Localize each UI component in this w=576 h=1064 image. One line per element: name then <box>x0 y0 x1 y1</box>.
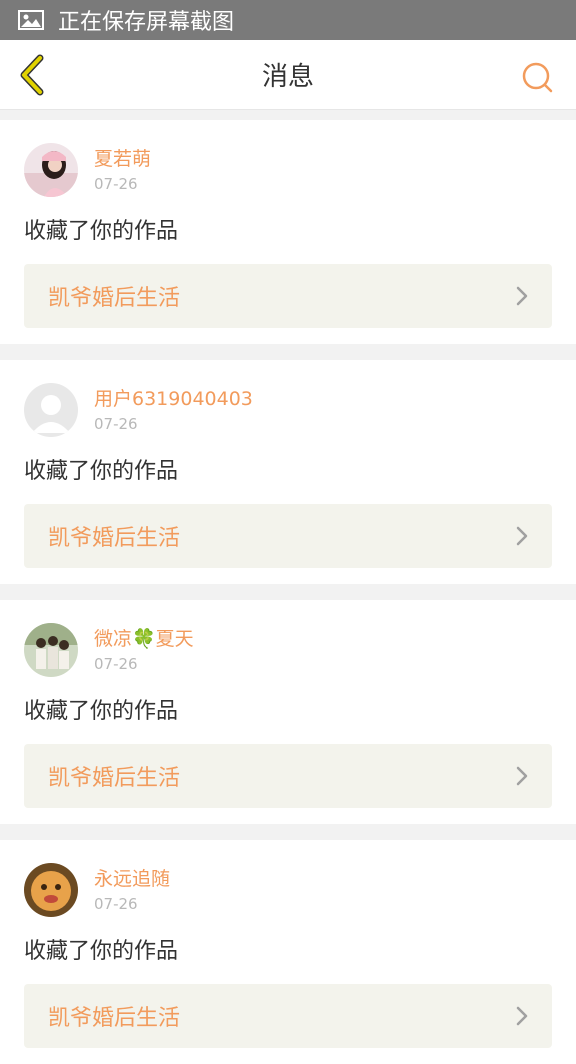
chevron-right-icon <box>516 766 528 786</box>
work-link[interactable]: 凯爷婚后生活 <box>24 504 552 568</box>
user-row: 用户6319040403 07-26 <box>24 382 552 438</box>
username[interactable]: 用户6319040403 <box>94 387 253 411</box>
message-date: 07-26 <box>94 895 138 913</box>
spacer <box>0 110 576 120</box>
message-date: 07-26 <box>94 175 138 193</box>
message-card: 用户6319040403 07-26 收藏了你的作品 凯爷婚后生活 <box>0 360 576 584</box>
avatar[interactable] <box>24 623 78 677</box>
action-text: 收藏了你的作品 <box>24 939 179 964</box>
status-text: 正在保存屏幕截图 <box>58 10 235 35</box>
avatar[interactable] <box>24 143 78 197</box>
work-link[interactable]: 凯爷婚后生活 <box>24 264 552 328</box>
status-bar: 正在保存屏幕截图 <box>0 0 576 40</box>
search-icon[interactable] <box>520 60 554 94</box>
message-card: 夏若萌 07-26 收藏了你的作品 凯爷婚后生活 <box>0 120 576 344</box>
user-row: 永远追随 07-26 <box>24 862 552 918</box>
work-title: 凯爷婚后生活 <box>48 766 181 791</box>
avatar[interactable] <box>24 383 78 437</box>
chevron-right-icon <box>516 526 528 546</box>
action-text: 收藏了你的作品 <box>24 219 179 244</box>
message-card: 永远追随 07-26 收藏了你的作品 凯爷婚后生活 <box>0 840 576 1064</box>
message-card: 微凉🍀夏天 07-26 收藏了你的作品 凯爷婚后生活 <box>0 600 576 824</box>
chevron-right-icon <box>516 286 528 306</box>
user-row: 夏若萌 07-26 <box>24 142 552 198</box>
work-link[interactable]: 凯爷婚后生活 <box>24 744 552 808</box>
work-title: 凯爷婚后生活 <box>48 526 181 551</box>
back-arrow-icon[interactable] <box>16 54 46 96</box>
avatar[interactable] <box>24 863 78 917</box>
work-link[interactable]: 凯爷婚后生活 <box>24 984 552 1048</box>
top-nav-bar: 消息 <box>0 40 576 110</box>
user-row: 微凉🍀夏天 07-26 <box>24 622 552 678</box>
message-date: 07-26 <box>94 415 138 433</box>
username[interactable]: 永远追随 <box>94 867 170 891</box>
page-title: 消息 <box>261 62 314 92</box>
message-date: 07-26 <box>94 655 138 673</box>
image-icon <box>18 10 44 30</box>
action-text: 收藏了你的作品 <box>24 459 179 484</box>
action-text: 收藏了你的作品 <box>24 699 179 724</box>
work-title: 凯爷婚后生活 <box>48 286 181 311</box>
username[interactable]: 微凉🍀夏天 <box>94 627 194 651</box>
work-title: 凯爷婚后生活 <box>48 1006 181 1031</box>
username[interactable]: 夏若萌 <box>94 147 151 171</box>
